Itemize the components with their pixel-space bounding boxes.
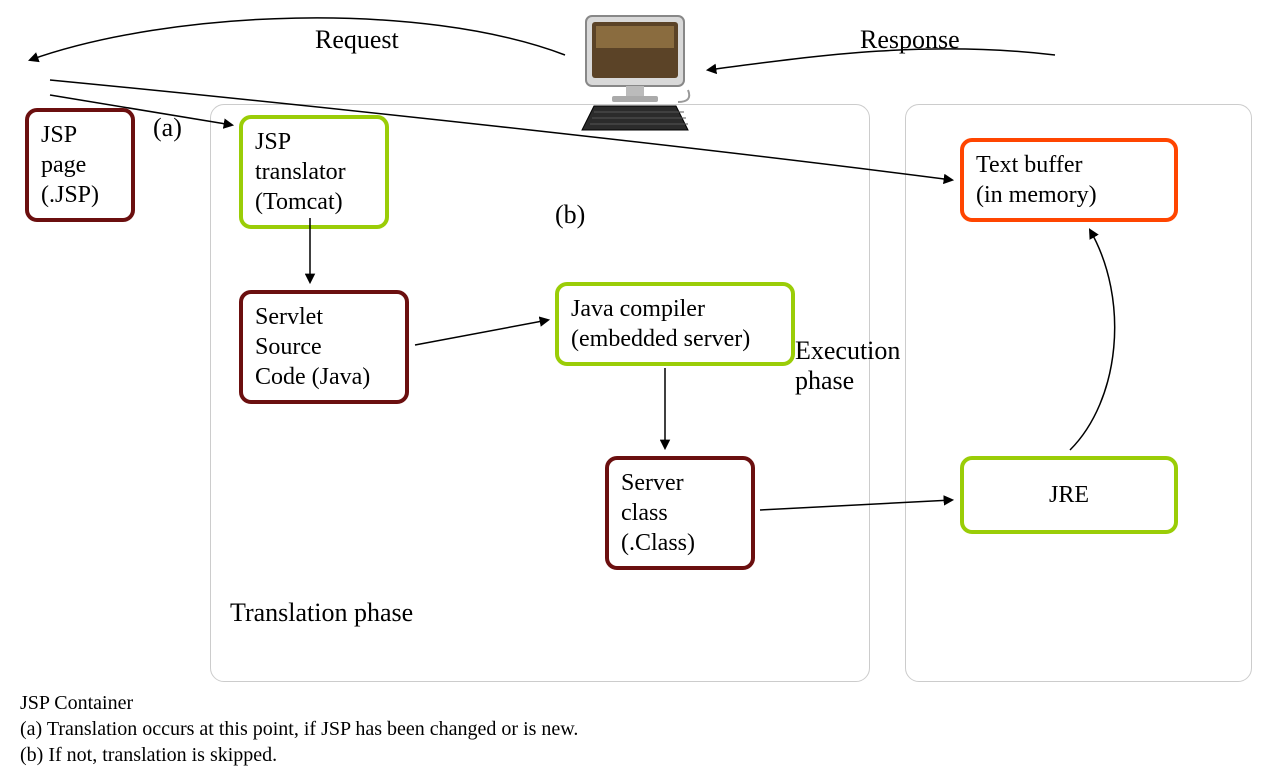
server-class-text: Server class (.Class): [621, 470, 695, 556]
java-compiler-text: Java compiler (embedded server): [571, 296, 750, 352]
arrow-request: [30, 18, 565, 60]
jsp-translator-box: JSP translator (Tomcat): [239, 115, 389, 229]
footer-line1: JSP Container: [20, 690, 133, 716]
translation-phase-label: Translation phase: [230, 598, 413, 628]
diagram-root: JSP page (.JSP) JSP translator (Tomcat) …: [0, 0, 1280, 784]
computer-icon: [568, 10, 703, 138]
footer-line2: (a) Translation occurs at this point, if…: [20, 716, 578, 742]
path-a-label: (a): [153, 113, 182, 143]
jsp-translator-text: JSP translator (Tomcat): [255, 129, 346, 215]
server-class-box: Server class (.Class): [605, 456, 755, 570]
response-label: Response: [860, 25, 960, 55]
java-compiler-box: Java compiler (embedded server): [555, 282, 795, 366]
jre-text: JRE: [1049, 482, 1089, 508]
servlet-source-text: Servlet Source Code (Java): [255, 304, 370, 390]
path-b-label: (b): [555, 200, 585, 230]
jsp-page-text: JSP page (.JSP): [41, 122, 99, 208]
text-buffer-text: Text buffer (in memory): [976, 152, 1097, 208]
text-buffer-box: Text buffer (in memory): [960, 138, 1178, 222]
request-label: Request: [315, 25, 399, 55]
footer-line3: (b) If not, translation is skipped.: [20, 742, 277, 768]
execution-phase-label: Execution phase: [795, 336, 900, 396]
jsp-page-box: JSP page (.JSP): [25, 108, 135, 222]
jre-box: JRE: [960, 456, 1178, 534]
servlet-source-box: Servlet Source Code (Java): [239, 290, 409, 404]
